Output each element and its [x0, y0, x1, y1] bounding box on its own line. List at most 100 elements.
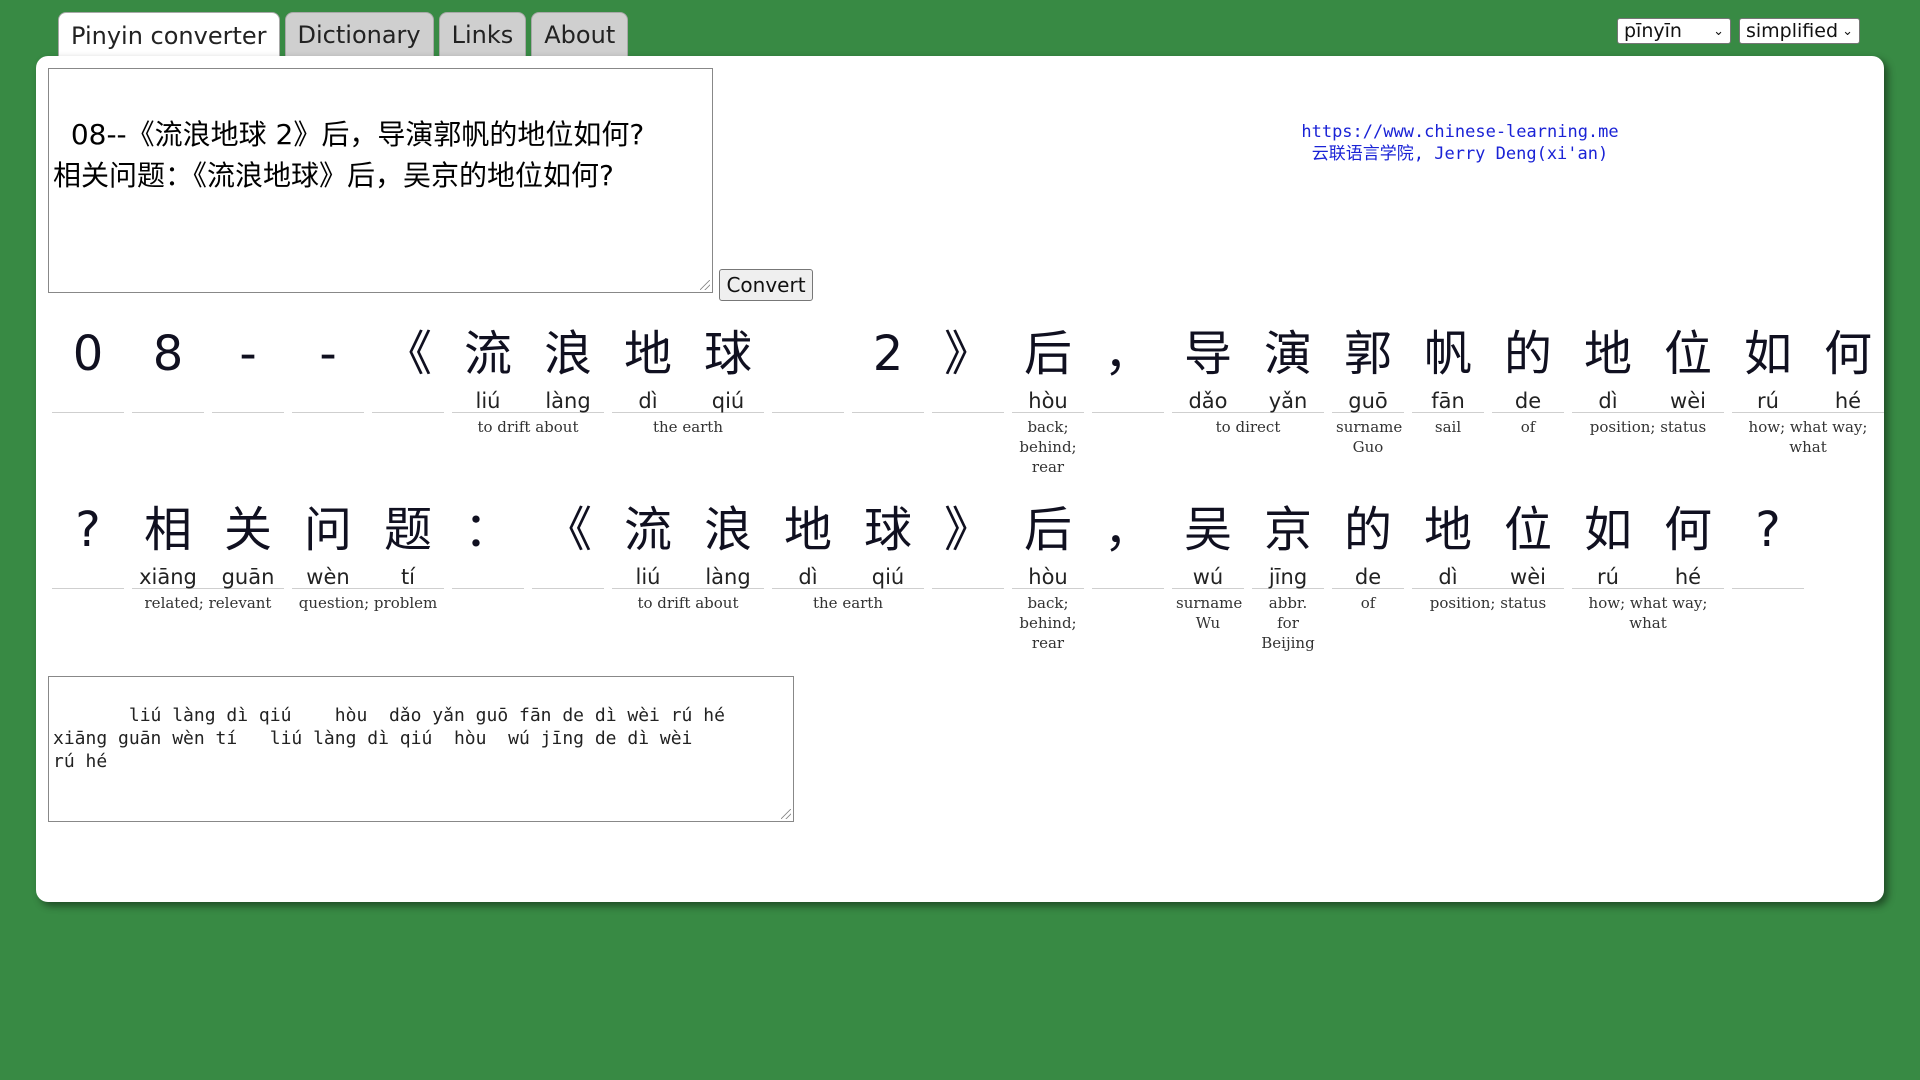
word-group: 流 liú 浪 làng to drift about — [452, 310, 604, 477]
hanzi: ， — [1103, 326, 1152, 382]
resize-handle[interactable] — [700, 280, 710, 290]
tab-about[interactable]: About — [531, 12, 629, 56]
character-cell: - — [292, 310, 364, 412]
word-characters: 的 de — [1332, 486, 1404, 589]
word-characters: 地 dì 位 wèi — [1412, 486, 1564, 589]
pinyin: qiú — [711, 389, 745, 413]
romanization-select[interactable]: pīnyīn ⌄ — [1617, 18, 1731, 44]
word-group: 如 rú 何 hé how; what way; what — [1732, 310, 1884, 477]
hanzi: 郭 — [1343, 326, 1392, 382]
pinyin: guān — [221, 565, 275, 589]
hanzi: 地 — [783, 502, 832, 558]
character-cell: 导 dǎo — [1172, 310, 1244, 412]
hanzi: 》 — [943, 326, 992, 382]
site-org: 云联语言学院, Jerry Deng(xi'an) — [1311, 144, 1609, 164]
hanzi: 》 — [943, 502, 992, 558]
word-group: 《 — [372, 310, 444, 477]
word-characters: 地 dì 位 wèi — [1572, 310, 1724, 413]
word-characters: - — [212, 310, 284, 413]
word-characters: 问 wèn 题 tí — [292, 486, 444, 589]
hanzi: 《 — [543, 502, 592, 558]
site-url-link[interactable]: https://www.chinese-learning.me — [1301, 122, 1618, 142]
romanization-select-value: pīnyīn — [1624, 20, 1682, 42]
word-group: 地 dì 球 qiú the earth — [772, 486, 924, 653]
word-characters: 帆 fān — [1412, 310, 1484, 413]
character-cell: 演 yǎn — [1252, 310, 1324, 412]
word-group: 0 — [52, 310, 124, 477]
word-characters: 《 — [532, 486, 604, 589]
pinyin: wèi — [1510, 565, 1546, 589]
pinyin: fān — [1431, 389, 1465, 413]
character-cell: 《 — [372, 310, 444, 412]
character-cell: 京 jīng — [1252, 486, 1324, 588]
definition: related; relevant — [144, 594, 272, 612]
pinyin-output[interactable]: liú làng dì qiú hòu dǎo yǎn guō fān de d… — [48, 676, 794, 822]
character-cell: 浪 làng — [532, 310, 604, 412]
hanzi: 地 — [623, 326, 672, 382]
word-characters: 流 liú 浪 làng — [452, 310, 604, 413]
character-cell: 的 de — [1492, 310, 1564, 412]
definition: how; what way; what — [1748, 418, 1868, 456]
hanzi: 何 — [1663, 502, 1712, 558]
character-cell: 关 guān — [212, 486, 284, 588]
character-cell: 后 hòu — [1012, 310, 1084, 412]
character-cell: ? — [1732, 486, 1804, 588]
word-characters: ， — [1092, 486, 1164, 589]
hanzi: 帆 — [1423, 326, 1472, 382]
definition: back; behind; rear — [1019, 418, 1077, 476]
word-group: ? — [1732, 486, 1804, 653]
character-cell: 浪 làng — [692, 486, 764, 588]
tab-pinyin-converter[interactable]: Pinyin converter — [58, 12, 280, 58]
character-cell: 郭 guō — [1332, 310, 1404, 412]
character-cell: 8 — [132, 310, 204, 412]
script-select-value: simplified — [1746, 20, 1839, 42]
script-select[interactable]: simplified ⌄ — [1739, 18, 1860, 44]
pinyin: làng — [705, 565, 751, 589]
character-cell: 》 — [932, 486, 1004, 588]
character-cell: ： — [452, 486, 524, 588]
character-cell: 如 rú — [1572, 486, 1644, 588]
character-cell: 流 liú — [452, 310, 524, 412]
convert-button[interactable]: Convert — [719, 269, 813, 301]
pinyin: wèn — [306, 565, 350, 589]
pinyin: dǎo — [1188, 389, 1228, 413]
word-group: - — [212, 310, 284, 477]
word-characters: 》 — [932, 486, 1004, 589]
word-group: 《 — [532, 486, 604, 653]
hanzi: 2 — [872, 326, 904, 382]
word-group: 地 dì 位 wèi position; status — [1572, 310, 1724, 477]
character-cell: 球 qiú — [692, 310, 764, 412]
word-group: 郭 guō surname Guo — [1332, 310, 1404, 477]
chinese-input-text: 08--《流浪地球 2》后，导演郭帆的地位如何? 相关问题：《流浪地球》后，吴京… — [53, 118, 645, 192]
hanzi: 后 — [1023, 502, 1072, 558]
word-characters: 京 jīng — [1252, 486, 1324, 589]
resize-handle[interactable] — [781, 809, 791, 819]
pinyin: dì — [1438, 565, 1458, 589]
hanzi: 何 — [1823, 326, 1872, 382]
pinyin: làng — [545, 389, 591, 413]
word-characters: 如 rú 何 hé — [1732, 310, 1884, 413]
word-characters: 流 liú 浪 làng — [612, 486, 764, 589]
chevron-down-icon: ⌄ — [1713, 23, 1724, 39]
word-characters: - — [292, 310, 364, 413]
hanzi: 的 — [1503, 326, 1552, 382]
hanzi: 《 — [383, 326, 432, 382]
pinyin: xiāng — [139, 565, 197, 589]
hanzi: 球 — [863, 502, 912, 558]
character-cell: 0 — [52, 310, 124, 412]
tab-dictionary[interactable]: Dictionary — [284, 12, 434, 56]
hanzi: 8 — [152, 326, 184, 382]
pinyin: jīng — [1268, 565, 1308, 589]
character-cell: ， — [1092, 486, 1164, 588]
character-cell: 的 de — [1332, 486, 1404, 588]
word-characters: ， — [1092, 310, 1164, 413]
tab-links[interactable]: Links — [438, 12, 527, 56]
tab-bar: Pinyin converter Dictionary Links About — [58, 12, 629, 58]
word-group: 的 de of — [1492, 310, 1564, 477]
definition: back; behind; rear — [1019, 594, 1077, 652]
chinese-input[interactable]: 08--《流浪地球 2》后，导演郭帆的地位如何? 相关问题：《流浪地球》后，吴京… — [48, 68, 713, 293]
word-group: 帆 fān sail — [1412, 310, 1484, 477]
character-cell — [772, 310, 844, 412]
definition: how; what way; what — [1588, 594, 1708, 632]
pinyin: hòu — [1028, 565, 1068, 589]
